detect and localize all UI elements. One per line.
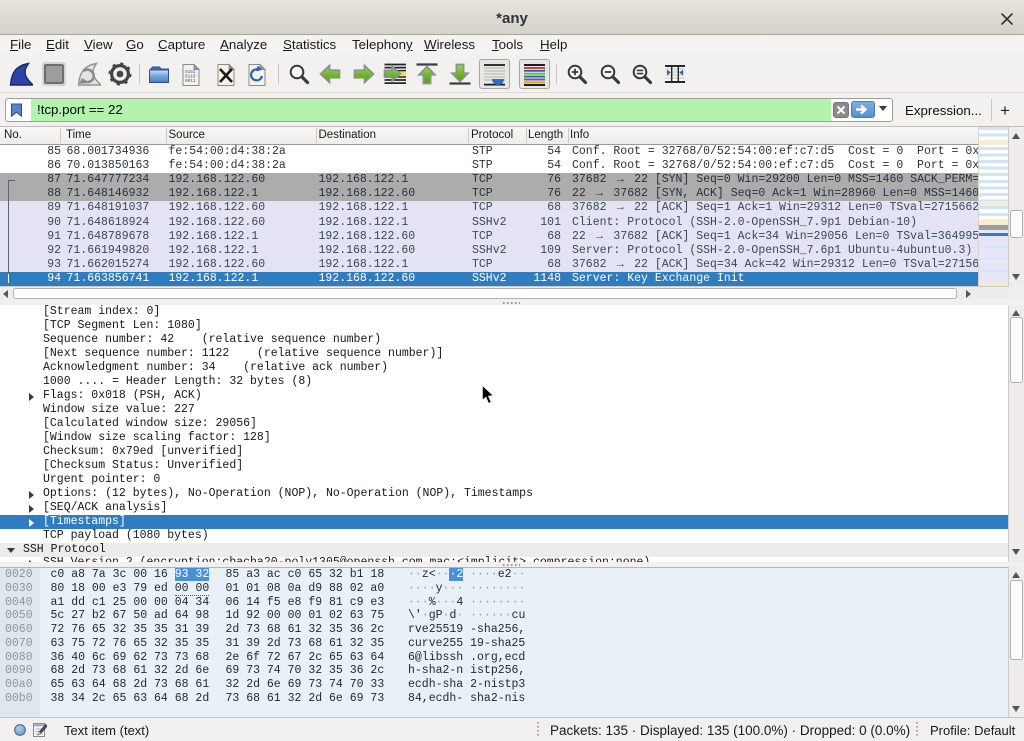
svg-text:0011: 0011 [185, 79, 196, 84]
